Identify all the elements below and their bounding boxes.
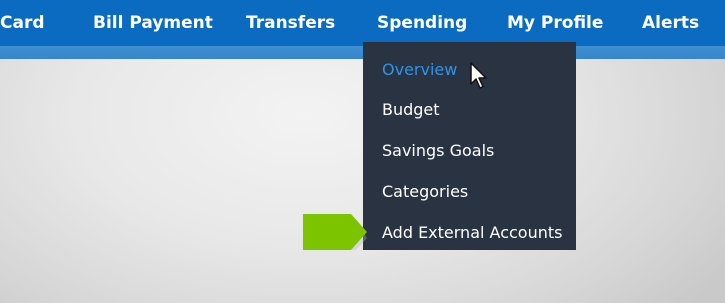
nav-item-transfers[interactable]: Transfers xyxy=(246,0,335,46)
nav-item-spending[interactable]: Spending xyxy=(377,0,467,46)
nav-item-bill-payment[interactable]: Bill Payment xyxy=(93,0,213,46)
mouse-pointer-icon xyxy=(470,62,487,89)
top-navigation-bar: Card Bill Payment Transfers Spending My … xyxy=(0,0,725,46)
menu-item-categories[interactable]: Categories xyxy=(382,177,468,207)
nav-item-my-profile[interactable]: My Profile xyxy=(507,0,603,46)
menu-item-savings-goals[interactable]: Savings Goals xyxy=(382,136,494,166)
green-arrow-icon xyxy=(303,214,367,250)
nav-item-card[interactable]: Card xyxy=(0,0,45,46)
menu-item-budget[interactable]: Budget xyxy=(382,95,440,125)
nav-item-alerts[interactable]: Alerts xyxy=(642,0,699,46)
menu-item-overview[interactable]: Overview xyxy=(382,55,457,85)
menu-item-add-external-accounts[interactable]: Add External Accounts xyxy=(382,218,562,248)
